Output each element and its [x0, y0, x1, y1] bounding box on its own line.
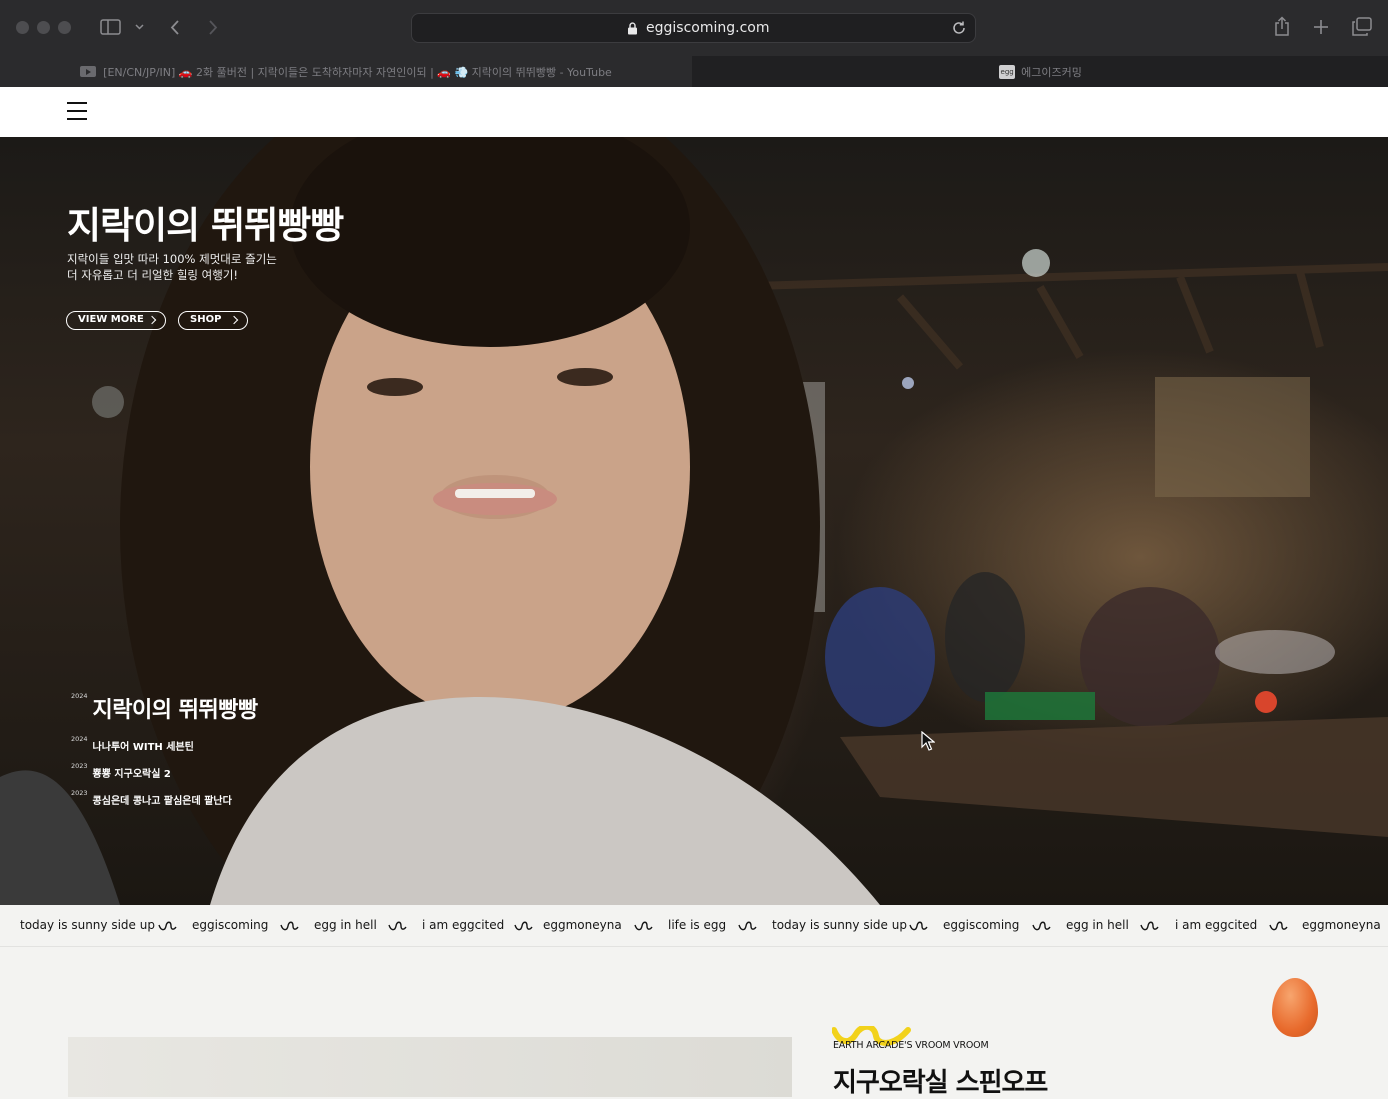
squiggle-separator-icon	[388, 921, 407, 931]
marquee-item: life is egg	[668, 918, 727, 932]
squiggle-separator-icon	[1140, 921, 1159, 931]
marquee-item: i am eggcited	[1175, 918, 1258, 932]
hero-title: 지락이의 뛰뛰빵빵	[67, 204, 344, 247]
squiggle-separator-icon	[158, 921, 177, 931]
minimize-window-button[interactable]	[37, 21, 50, 34]
marquee-item: eggmoneyna	[543, 918, 622, 932]
program-title: 콩심은데 콩나고 팥심은데 팥난다	[92, 796, 232, 807]
youtube-favicon-icon	[80, 66, 97, 77]
view-more-button[interactable]: VIEW MORE	[66, 311, 166, 330]
mouse-pointer-icon	[921, 731, 935, 751]
squiggle-separator-icon	[634, 921, 653, 931]
feature-heading: 지구오락실 스핀오프	[833, 1068, 1048, 1098]
squiggle-separator-icon	[1032, 921, 1051, 931]
program-year: 2024	[71, 735, 88, 743]
squiggle-separator-icon	[280, 921, 299, 931]
squiggle-separator-icon	[738, 921, 757, 931]
feature-image[interactable]	[68, 1037, 792, 1097]
squiggle-separator-icon	[909, 921, 928, 931]
slogan-marquee: today is sunny side up eggiscoming egg i…	[0, 905, 1388, 947]
feature-eyebrow: EARTH ARCADE'S VROOM VROOM	[833, 1040, 989, 1051]
squiggle-separator-icon	[1269, 921, 1288, 931]
lock-icon	[628, 22, 637, 35]
egg-favicon-icon: egg	[999, 64, 1016, 79]
program-year: 2023	[71, 762, 88, 770]
program-title: 뿅뿅 지구오락실 2	[92, 769, 171, 780]
chevron-right-icon	[147, 315, 157, 325]
chevron-right-icon	[229, 315, 239, 325]
feature-section: EARTH ARCADE'S VROOM VROOM 지구오락실 스핀오프	[0, 948, 1388, 1098]
marquee-item: today is sunny side up	[772, 918, 907, 932]
egg-floating-button[interactable]	[1272, 978, 1318, 1037]
share-icon[interactable]	[1273, 16, 1291, 37]
marquee-item: i am eggcited	[422, 918, 505, 932]
hero-subtitle: 지락이들 입맛 따라 100% 제멋대로 즐기는 더 자유롭고 더 리얼한 힐링…	[67, 251, 277, 283]
forward-arrow-icon[interactable]	[208, 19, 218, 36]
back-arrow-icon[interactable]	[170, 19, 180, 36]
sidebar-toggle-icon[interactable]	[100, 19, 121, 35]
tab-overview-icon[interactable]	[1352, 17, 1372, 36]
marquee-item: eggmoneyna	[1302, 918, 1381, 932]
squiggle-separator-icon	[514, 921, 533, 931]
marquee-item: egg in hell	[1066, 918, 1129, 932]
close-window-button[interactable]	[16, 21, 29, 34]
program-item[interactable]: 2024 나나투어 WITH 세븐틴	[71, 735, 194, 754]
address-bar[interactable]: eggiscoming.com	[411, 13, 976, 43]
marquee-item: egg in hell	[314, 918, 377, 932]
view-more-label: VIEW MORE	[78, 314, 144, 325]
shop-label: SHOP	[190, 314, 222, 325]
marquee-item: today is sunny side up	[20, 918, 155, 932]
reload-icon[interactable]	[951, 20, 967, 36]
tab-bar: [EN/CN/JP/IN] 🚗 2화 풀버전 | 지락이들은 도착하자마자 자연…	[0, 56, 1388, 87]
program-title: 지락이의 뛰뛰빵빵	[92, 698, 259, 723]
tab-youtube[interactable]: [EN/CN/JP/IN] 🚗 2화 풀버전 | 지락이들은 도착하자마자 자연…	[0, 56, 692, 87]
tab-title: [EN/CN/JP/IN] 🚗 2화 풀버전 | 지락이들은 도착하자마자 자연…	[103, 65, 612, 79]
tab-eggiscoming[interactable]: egg 에그이즈커밍	[693, 56, 1388, 87]
tab-title: 에그이즈커밍	[1021, 65, 1082, 79]
shop-button[interactable]: SHOP	[178, 311, 248, 330]
site-header	[0, 87, 1388, 137]
zoom-window-button[interactable]	[58, 21, 71, 34]
hero-banner: 지락이의 뛰뛰빵빵 지락이들 입맛 따라 100% 제멋대로 즐기는 더 자유롭…	[0, 137, 1388, 905]
program-year: 2024	[71, 692, 88, 700]
program-item-current[interactable]: 2024 지락이의 뛰뛰빵빵	[71, 692, 258, 724]
chevron-down-icon[interactable]	[135, 24, 144, 30]
hamburger-menu-icon[interactable]	[67, 102, 87, 121]
hero-subtitle-line: 지락이들 입맛 따라 100% 제멋대로 즐기는	[67, 252, 277, 266]
marquee-item: eggiscoming	[192, 918, 269, 932]
url-text[interactable]: eggiscoming.com	[646, 20, 769, 36]
hero-subtitle-line: 더 자유롭고 더 리얼한 힐링 여행기!	[67, 268, 239, 282]
marquee-item: eggiscoming	[943, 918, 1020, 932]
program-title: 나나투어 WITH 세븐틴	[92, 742, 194, 753]
program-year: 2023	[71, 789, 88, 797]
program-item[interactable]: 2023 콩심은데 콩나고 팥심은데 팥난다	[71, 789, 232, 808]
browser-toolbar: eggiscoming.com	[0, 0, 1388, 56]
program-item[interactable]: 2023 뿅뿅 지구오락실 2	[71, 762, 171, 781]
new-tab-plus-icon[interactable]	[1313, 19, 1329, 35]
